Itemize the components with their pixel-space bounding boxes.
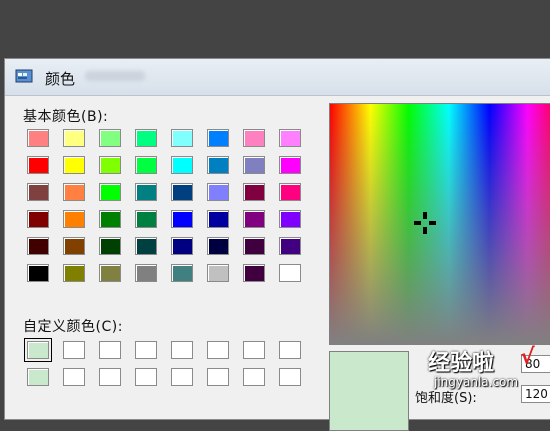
basic-color-swatch[interactable] (27, 129, 49, 147)
basic-color-swatch[interactable] (135, 237, 157, 255)
basic-color-swatch[interactable] (207, 129, 229, 147)
color-spectrum[interactable] (329, 103, 550, 345)
custom-color-swatch[interactable] (279, 368, 301, 386)
custom-colors-label: 自定义颜色(C): (23, 319, 123, 335)
basic-color-swatch[interactable] (243, 183, 265, 201)
basic-color-swatch[interactable] (99, 156, 121, 174)
basic-color-swatch[interactable] (279, 183, 301, 201)
custom-color-swatch[interactable] (99, 341, 121, 359)
basic-color-swatch[interactable] (171, 156, 193, 174)
basic-color-swatch[interactable] (207, 183, 229, 201)
watermark-url: jingyanla.com (434, 375, 519, 389)
basic-color-swatch[interactable] (135, 210, 157, 228)
basic-color-swatch[interactable] (27, 237, 49, 255)
basic-color-swatch[interactable] (63, 237, 85, 255)
basic-color-swatch[interactable] (207, 156, 229, 174)
basic-color-swatch[interactable] (135, 264, 157, 282)
window-title: 颜色 (45, 70, 76, 88)
custom-color-swatch[interactable] (27, 368, 49, 386)
basic-color-swatch[interactable] (171, 129, 193, 147)
basic-color-swatch[interactable] (207, 264, 229, 282)
basic-color-swatch[interactable] (207, 237, 229, 255)
basic-color-swatch[interactable] (135, 129, 157, 147)
basic-color-swatch[interactable] (99, 183, 121, 201)
palette-icon (15, 69, 33, 83)
basic-color-swatch[interactable] (99, 210, 121, 228)
basic-color-swatch[interactable] (135, 156, 157, 174)
basic-color-swatch[interactable] (171, 210, 193, 228)
basic-color-swatch[interactable] (135, 183, 157, 201)
blurred-title-text (85, 71, 145, 81)
watermark-text: 经验啦 (428, 351, 495, 376)
watermark-check: √ (520, 345, 535, 370)
color-preview (329, 351, 409, 431)
basic-color-swatch[interactable] (171, 264, 193, 282)
basic-color-swatch[interactable] (99, 129, 121, 147)
custom-color-swatch[interactable] (207, 341, 229, 359)
basic-color-swatch[interactable] (99, 237, 121, 255)
custom-color-swatch[interactable] (207, 368, 229, 386)
watermark: 经验啦 √ jingyanla.com (428, 343, 548, 398)
basic-color-swatch[interactable] (279, 264, 301, 282)
basic-color-swatch[interactable] (243, 237, 265, 255)
custom-color-swatch[interactable] (99, 368, 121, 386)
basic-color-swatch[interactable] (63, 183, 85, 201)
basic-color-swatch[interactable] (27, 156, 49, 174)
basic-color-swatch[interactable] (243, 156, 265, 174)
custom-color-swatch[interactable] (243, 368, 265, 386)
basic-color-swatch[interactable] (207, 210, 229, 228)
basic-color-swatch[interactable] (63, 156, 85, 174)
custom-color-swatch[interactable] (63, 341, 85, 359)
basic-color-swatch[interactable] (243, 210, 265, 228)
basic-color-swatch[interactable] (171, 183, 193, 201)
basic-color-swatch[interactable] (279, 210, 301, 228)
custom-color-swatch[interactable] (171, 368, 193, 386)
basic-color-swatch[interactable] (243, 129, 265, 147)
basic-color-swatch[interactable] (99, 264, 121, 282)
custom-color-swatch[interactable] (63, 368, 85, 386)
basic-color-swatch[interactable] (279, 237, 301, 255)
basic-color-swatch[interactable] (243, 264, 265, 282)
basic-color-swatch[interactable] (279, 129, 301, 147)
custom-color-swatch[interactable] (279, 341, 301, 359)
custom-color-swatch[interactable] (24, 338, 52, 362)
custom-color-swatch[interactable] (135, 368, 157, 386)
title-bar: 颜色 (5, 59, 550, 96)
basic-color-swatch[interactable] (27, 264, 49, 282)
basic-color-swatch[interactable] (63, 264, 85, 282)
basic-color-swatch[interactable] (27, 210, 49, 228)
basic-color-swatch[interactable] (171, 237, 193, 255)
custom-color-swatch[interactable] (171, 341, 193, 359)
basic-colors-label: 基本颜色(B): (23, 109, 109, 125)
crosshair-icon (414, 212, 436, 234)
custom-color-swatch[interactable] (135, 341, 157, 359)
custom-color-swatch[interactable] (243, 341, 265, 359)
basic-color-swatch[interactable] (279, 156, 301, 174)
basic-color-swatch[interactable] (63, 129, 85, 147)
basic-color-swatch[interactable] (63, 210, 85, 228)
basic-color-swatch[interactable] (27, 183, 49, 201)
